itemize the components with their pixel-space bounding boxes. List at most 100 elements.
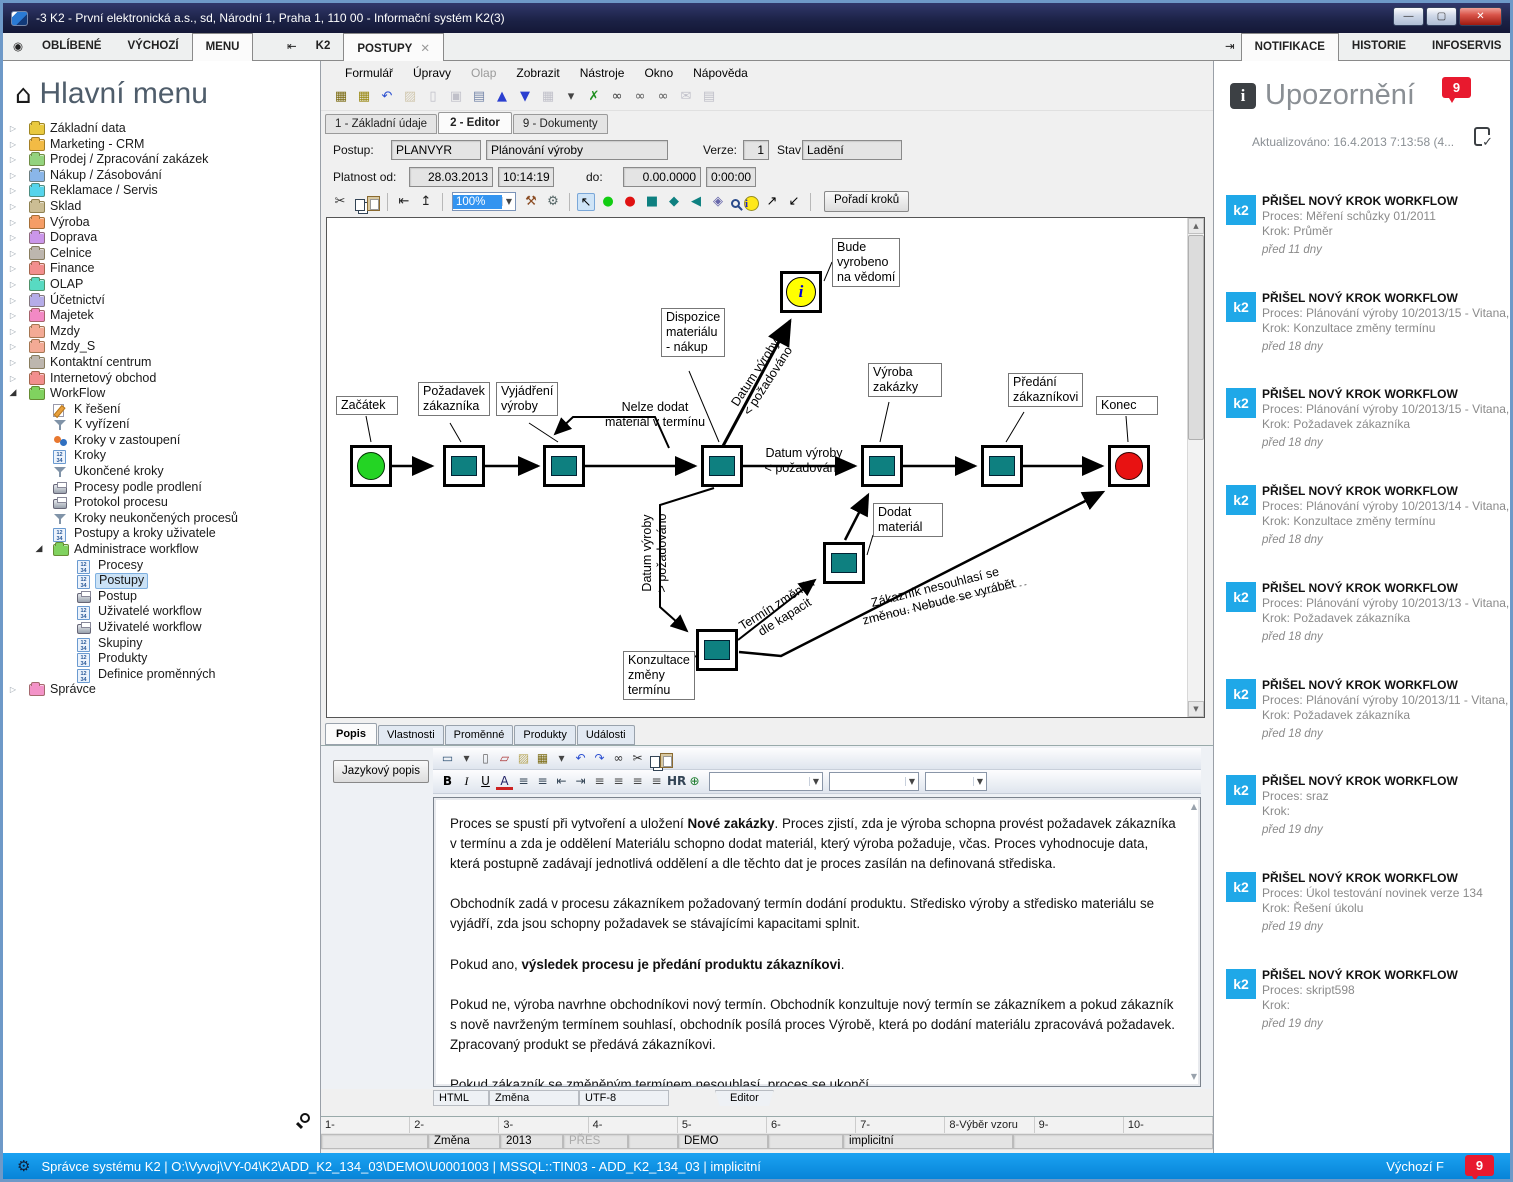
tree-item-kroky-neukon-en-ch-proces[interactable]: Kroky neukončených procesů	[3, 511, 320, 527]
tree-item-etnictv[interactable]: ▷Účetnictví	[3, 293, 320, 309]
workflow-node-predani-zakaznikovi[interactable]	[981, 445, 1023, 487]
info-node-icon[interactable]: i	[744, 196, 759, 211]
do-time-field[interactable]: 0:00:00	[706, 167, 756, 187]
scroll-down-icon[interactable]: ▼	[1188, 701, 1204, 717]
expand-arrow-icon[interactable]: ▷	[7, 183, 19, 199]
language-description-button[interactable]: Jazykový popis	[333, 760, 429, 783]
notification-item[interactable]: k2PŘIŠEL NOVÝ KROK WORKFLOWProces: Pláno…	[1226, 386, 1512, 449]
mail-icon[interactable]: ✉	[676, 87, 696, 107]
cut-icon[interactable]: ✂	[629, 750, 646, 767]
save-icon[interactable]: ▦	[331, 87, 351, 107]
tab-historie[interactable]: HISTORIE	[1339, 33, 1419, 61]
tree-item-n-kup-z-sobov-n[interactable]: ▷Nákup / Zásobování	[3, 168, 320, 184]
menu-n-stroje[interactable]: Nástroje	[570, 63, 635, 83]
tree-item-v-roba[interactable]: ▷Výroba	[3, 215, 320, 231]
close-tab-icon[interactable]: ✕	[420, 41, 430, 55]
align-center-icon[interactable]: ≡	[610, 773, 627, 790]
detail-tab-prom-nn[interactable]: Proměnné	[445, 725, 514, 745]
copy-icon[interactable]	[650, 756, 660, 768]
cut-icon[interactable]: ✂	[331, 193, 349, 211]
notification-item[interactable]: k2PŘIŠEL NOVÝ KROK WORKFLOWProces: srazK…	[1226, 773, 1512, 836]
fkey-10[interactable]: 10-	[1124, 1117, 1213, 1133]
book-icon[interactable]: ▤	[469, 87, 489, 107]
statusbar-badge[interactable]: 9	[1465, 1155, 1494, 1176]
expand-arrow-icon[interactable]: ▷	[7, 682, 19, 698]
workflow-node-vyroba-zakazky[interactable]	[861, 445, 903, 487]
detail-tab-ud-losti[interactable]: Události	[577, 725, 635, 745]
chevron-down-icon[interactable]: ▼	[973, 777, 986, 786]
open-icon[interactable]: ▨	[400, 87, 420, 107]
workflow-node-dodat-material[interactable]	[823, 542, 865, 584]
notification-item[interactable]: k2PŘIŠEL NOVÝ KROK WORKFLOWProces: Pláno…	[1226, 290, 1512, 353]
fkey-2[interactable]: 2-	[410, 1117, 499, 1133]
bullet-list-icon[interactable]: ≡	[534, 773, 551, 790]
expand-arrow-icon[interactable]: ▷	[7, 277, 19, 293]
tree-item-reklamace-servis[interactable]: ▷Reklamace / Servis	[3, 183, 320, 199]
find-next-icon[interactable]: ∞	[630, 87, 650, 107]
tab-infoservis[interactable]: INFOSERVIS	[1419, 33, 1513, 61]
tab-postupy[interactable]: POSTUPY✕	[343, 33, 444, 62]
tree-item-workflow[interactable]: ◢WorkFlow	[3, 386, 320, 402]
tree-item-definice-prom-nn-ch[interactable]: Definice proměnných	[3, 667, 320, 683]
tree-item-ukon-en-kroky[interactable]: Ukončené kroky	[3, 464, 320, 480]
chevron-down-icon[interactable]: ▼	[502, 197, 515, 206]
new-doc-icon[interactable]: ▯	[477, 750, 494, 767]
edit-doc-icon[interactable]: ▱	[496, 750, 513, 767]
tree-item-produkty[interactable]: Produkty	[3, 651, 320, 667]
copydoc-icon[interactable]: ▣	[446, 87, 466, 107]
menu-n-pov-da[interactable]: Nápověda	[683, 63, 758, 83]
input-node-icon[interactable]: ◀	[687, 193, 705, 211]
tab-k2[interactable]: K2	[303, 33, 344, 61]
workflow-node-bude-vyrobeno[interactable]: i	[780, 271, 822, 313]
expand-arrow-icon[interactable]: ▷	[7, 293, 19, 309]
tree-item-administrace-workflow[interactable]: ◢Administrace workflow	[3, 542, 320, 558]
new-icon[interactable]: ▯	[423, 87, 443, 107]
detail-tab-produkty[interactable]: Produkty	[514, 725, 575, 745]
filter-edit-icon[interactable]: ✗	[584, 87, 604, 107]
detail-tab-vlastnosti[interactable]: Vlastnosti	[378, 725, 444, 745]
collapse-arrow-icon[interactable]: ◢	[33, 542, 45, 558]
italic-icon[interactable]: I	[458, 773, 475, 790]
collapse-arrow-icon[interactable]: ◢	[7, 386, 19, 402]
find-icon[interactable]: ∞	[610, 750, 627, 767]
tree-item-k-vy-zen[interactable]: K vyřízení	[3, 417, 320, 433]
workflow-canvas[interactable]: iZačátekPožadavekzákazníkaVyjádřenívýrob…	[326, 217, 1205, 718]
align-top-icon[interactable]: ↥	[417, 193, 435, 211]
end-node-icon[interactable]: ●	[621, 193, 639, 211]
desc-scroll-down-icon[interactable]: ▼	[1191, 1071, 1197, 1083]
cursor-icon[interactable]: ↖	[577, 193, 595, 211]
expand-arrow-icon[interactable]: ▷	[7, 199, 19, 215]
tree-item-olap[interactable]: ▷OLAP	[3, 277, 320, 293]
search-icon[interactable]	[300, 1113, 310, 1123]
editor-tab-9-dokumenty[interactable]: 9 - Dokumenty	[513, 114, 608, 134]
description-editor[interactable]: ▲ ▼ Proces se spustí při vytvoření a ulo…	[433, 797, 1201, 1087]
editor-sheet-tab[interactable]: Editor	[715, 1090, 774, 1106]
hr-icon[interactable]: HR	[667, 773, 684, 790]
tree-item-kontaktn-centrum[interactable]: ▷Kontaktní centrum	[3, 355, 320, 371]
format-select-0[interactable]: ▼	[709, 772, 823, 791]
tree-item-sklad[interactable]: ▷Sklad	[3, 199, 320, 215]
desc-scroll-up-icon[interactable]: ▲	[1191, 801, 1197, 813]
close-button[interactable]: ✕	[1459, 7, 1502, 26]
open-doc-icon[interactable]: ▨	[515, 750, 532, 767]
numbered-list-icon[interactable]: ≡	[515, 773, 532, 790]
dropdown-icon[interactable]: ▾	[553, 750, 570, 767]
tree-item-marketing-crm[interactable]: ▷Marketing - CRM	[3, 137, 320, 153]
tree-item-procesy-podle-prodlen[interactable]: Procesy podle prodlení	[3, 480, 320, 496]
platnost-od-time-field[interactable]: 10:14:19	[498, 167, 554, 187]
notes-icon[interactable]: ▤	[699, 87, 719, 107]
redirect-in-icon[interactable]: ↙	[785, 193, 803, 211]
select-mode-icon[interactable]: ▭	[439, 750, 456, 767]
expand-arrow-icon[interactable]: ▷	[7, 261, 19, 277]
jump-start-icon[interactable]: ⇤	[395, 193, 413, 211]
save-doc-icon[interactable]: ▦	[534, 750, 551, 767]
notification-item[interactable]: k2PŘIŠEL NOVÝ KROK WORKFLOWProces: Úkol …	[1226, 870, 1512, 933]
editor-tab-1-z-kladn-daje[interactable]: 1 - Základní údaje	[325, 114, 437, 134]
mark-read-icon[interactable]	[1474, 127, 1490, 146]
step-order-button[interactable]: Pořadí kroků	[824, 191, 909, 212]
expand-arrow-icon[interactable]: ▷	[7, 246, 19, 262]
notification-item[interactable]: k2PŘIŠEL NOVÝ KROK WORKFLOWProces: skrip…	[1226, 967, 1512, 1030]
postup-name-field[interactable]: Plánování výroby	[486, 140, 668, 160]
find-icon[interactable]: ∞	[607, 87, 627, 107]
tree-item-finance[interactable]: ▷Finance	[3, 261, 320, 277]
